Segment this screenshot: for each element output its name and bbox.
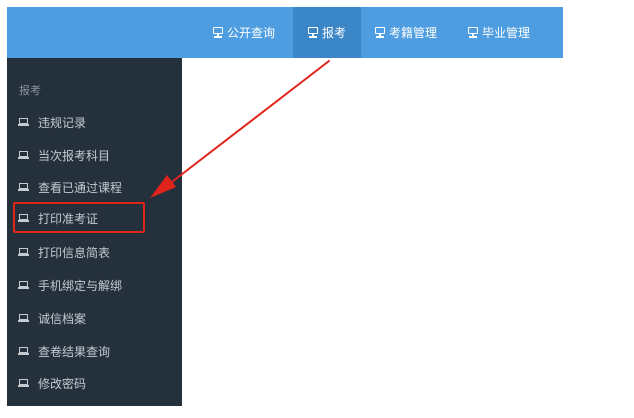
annotation-arrow <box>150 60 330 198</box>
